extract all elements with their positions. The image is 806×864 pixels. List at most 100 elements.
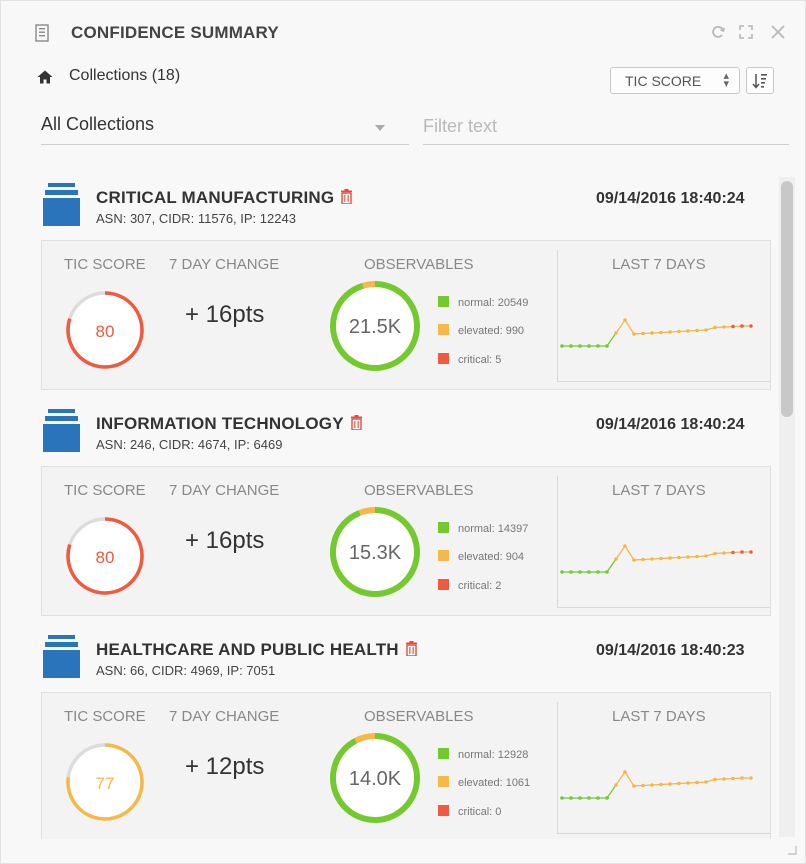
legend-critical: critical: 5	[438, 353, 501, 366]
collection-name: CRITICAL MANUFACTURING	[96, 188, 353, 208]
seven-day-change: + 16pts	[185, 527, 265, 554]
sparkline-point	[749, 550, 753, 554]
legend-normal: normal: 20549	[438, 296, 528, 309]
elevated-swatch	[438, 550, 449, 561]
collection-meta: ASN: 66, CIDR: 4969, IP: 7051	[96, 663, 276, 678]
observables-ring: 14.0K	[330, 733, 420, 823]
sparkline-point	[704, 780, 708, 784]
sparkline-point	[623, 544, 627, 548]
sparkline-point	[596, 344, 600, 348]
resize-handle-icon[interactable]	[787, 845, 797, 855]
legend-elevated: elevated: 904	[438, 550, 524, 563]
sparkline-point	[632, 784, 636, 788]
sparkline-point	[731, 776, 735, 781]
sparkline-point	[749, 776, 753, 780]
sparkline-point	[731, 550, 735, 555]
sparkline-point	[632, 332, 636, 336]
collection-icon	[43, 635, 80, 678]
sparkline-point	[686, 555, 690, 559]
maximize-icon[interactable]	[737, 23, 755, 41]
home-icon[interactable]	[37, 70, 53, 84]
refresh-icon[interactable]	[709, 23, 727, 41]
observables-total: 15.3K	[349, 542, 402, 564]
trash-icon[interactable]	[340, 189, 353, 204]
sparkline-point	[614, 557, 618, 561]
tic-score-value: 80	[96, 322, 115, 341]
sparkline-point	[668, 556, 672, 560]
sparkline-point	[722, 777, 726, 781]
sparkline-point	[659, 330, 663, 335]
observables-segment	[358, 507, 376, 516]
sparkline-point	[569, 344, 573, 348]
sparkline-point	[713, 551, 717, 556]
tic-score-ring: 77	[66, 743, 144, 821]
chevron-down-icon	[375, 125, 385, 131]
normal-swatch	[438, 748, 449, 759]
collection-name: INFORMATION TECHNOLOGY	[96, 414, 363, 434]
sparkline-point	[605, 570, 609, 574]
sparkline-point	[740, 776, 744, 780]
sparkline-point	[623, 318, 627, 322]
seven-day-change: + 16pts	[185, 301, 265, 328]
last-7-days-sparkline	[557, 250, 770, 382]
sparkline-point	[695, 554, 699, 559]
critical-swatch	[438, 353, 449, 364]
sparkline-point	[740, 550, 744, 554]
sparkline-point	[641, 557, 645, 562]
sparkline-point	[587, 570, 591, 574]
sparkline-normal-segment	[562, 558, 617, 573]
observables-label: OBSERVABLES	[364, 256, 474, 273]
sparkline-normal-segment	[562, 784, 617, 799]
sparkline-point	[560, 570, 564, 574]
observables-ring: 15.3K	[330, 506, 420, 597]
sparkline-elevated-segment	[615, 544, 751, 561]
legend-normal: normal: 14397	[438, 522, 528, 535]
tic-score-value: 77	[96, 774, 115, 793]
sparkline-chart	[560, 318, 753, 348]
sparkline-elevated-segment	[615, 318, 751, 335]
trash-icon[interactable]	[350, 415, 363, 430]
sparkline-point	[713, 777, 717, 782]
sparkline-point	[650, 557, 654, 561]
observables-label: OBSERVABLES	[364, 708, 474, 725]
collection-card[interactable]: INFORMATION TECHNOLOGY ASN: 246, CIDR: 4…	[41, 397, 776, 617]
filter-text-input[interactable]	[423, 109, 789, 145]
scrollbar-thumb[interactable]	[781, 181, 793, 417]
select-arrows-icon: ▴ ▾	[723, 70, 729, 90]
trash-icon[interactable]	[405, 641, 418, 656]
tic-score-value: 80	[96, 548, 115, 567]
sparkline-chart	[560, 544, 753, 574]
collection-icon	[43, 409, 80, 452]
score-type-value: TIC SCORE	[625, 73, 702, 89]
legend-critical: critical: 0	[438, 805, 501, 818]
score-type-select[interactable]: TIC SCORE ▴ ▾	[610, 67, 740, 94]
close-icon[interactable]	[769, 23, 787, 41]
collections-list: CRITICAL MANUFACTURING ASN: 307, CIDR: 1…	[41, 171, 776, 839]
collection-filter-dropdown[interactable]: All Collections	[41, 109, 409, 145]
seven-day-change: + 12pts	[185, 753, 265, 780]
sort-icon	[752, 74, 767, 89]
collection-stats: TIC SCORE 7 DAY CHANGE OBSERVABLES LAST …	[41, 466, 771, 616]
scrollbar[interactable]	[779, 177, 795, 837]
sparkline-point	[677, 781, 681, 786]
normal-swatch	[438, 522, 449, 533]
sparkline-chart	[560, 770, 753, 800]
collection-stats: TIC SCORE 7 DAY CHANGE OBSERVABLES LAST …	[41, 692, 771, 839]
collection-card[interactable]: CRITICAL MANUFACTURING ASN: 307, CIDR: 1…	[41, 171, 776, 391]
sparkline-point	[686, 781, 690, 785]
sparkline-elevated-segment	[615, 770, 751, 787]
sort-button[interactable]	[746, 67, 774, 94]
sparkline-point	[740, 324, 744, 328]
sparkline-point	[632, 558, 636, 562]
change-label: 7 DAY CHANGE	[169, 708, 280, 725]
collection-card[interactable]: HEALTHCARE AND PUBLIC HEALTH ASN: 66, CI…	[41, 623, 776, 839]
sparkline-point	[569, 570, 573, 574]
tic-score-label: TIC SCORE	[64, 708, 146, 725]
last-7-days-sparkline	[557, 702, 770, 834]
sparkline-point	[569, 796, 573, 800]
sparkline-point	[704, 554, 708, 558]
sparkline-point	[659, 556, 663, 561]
collection-filter-value: All Collections	[41, 114, 155, 134]
change-label: 7 DAY CHANGE	[169, 482, 280, 499]
tic-score-ring: 80	[66, 517, 144, 595]
